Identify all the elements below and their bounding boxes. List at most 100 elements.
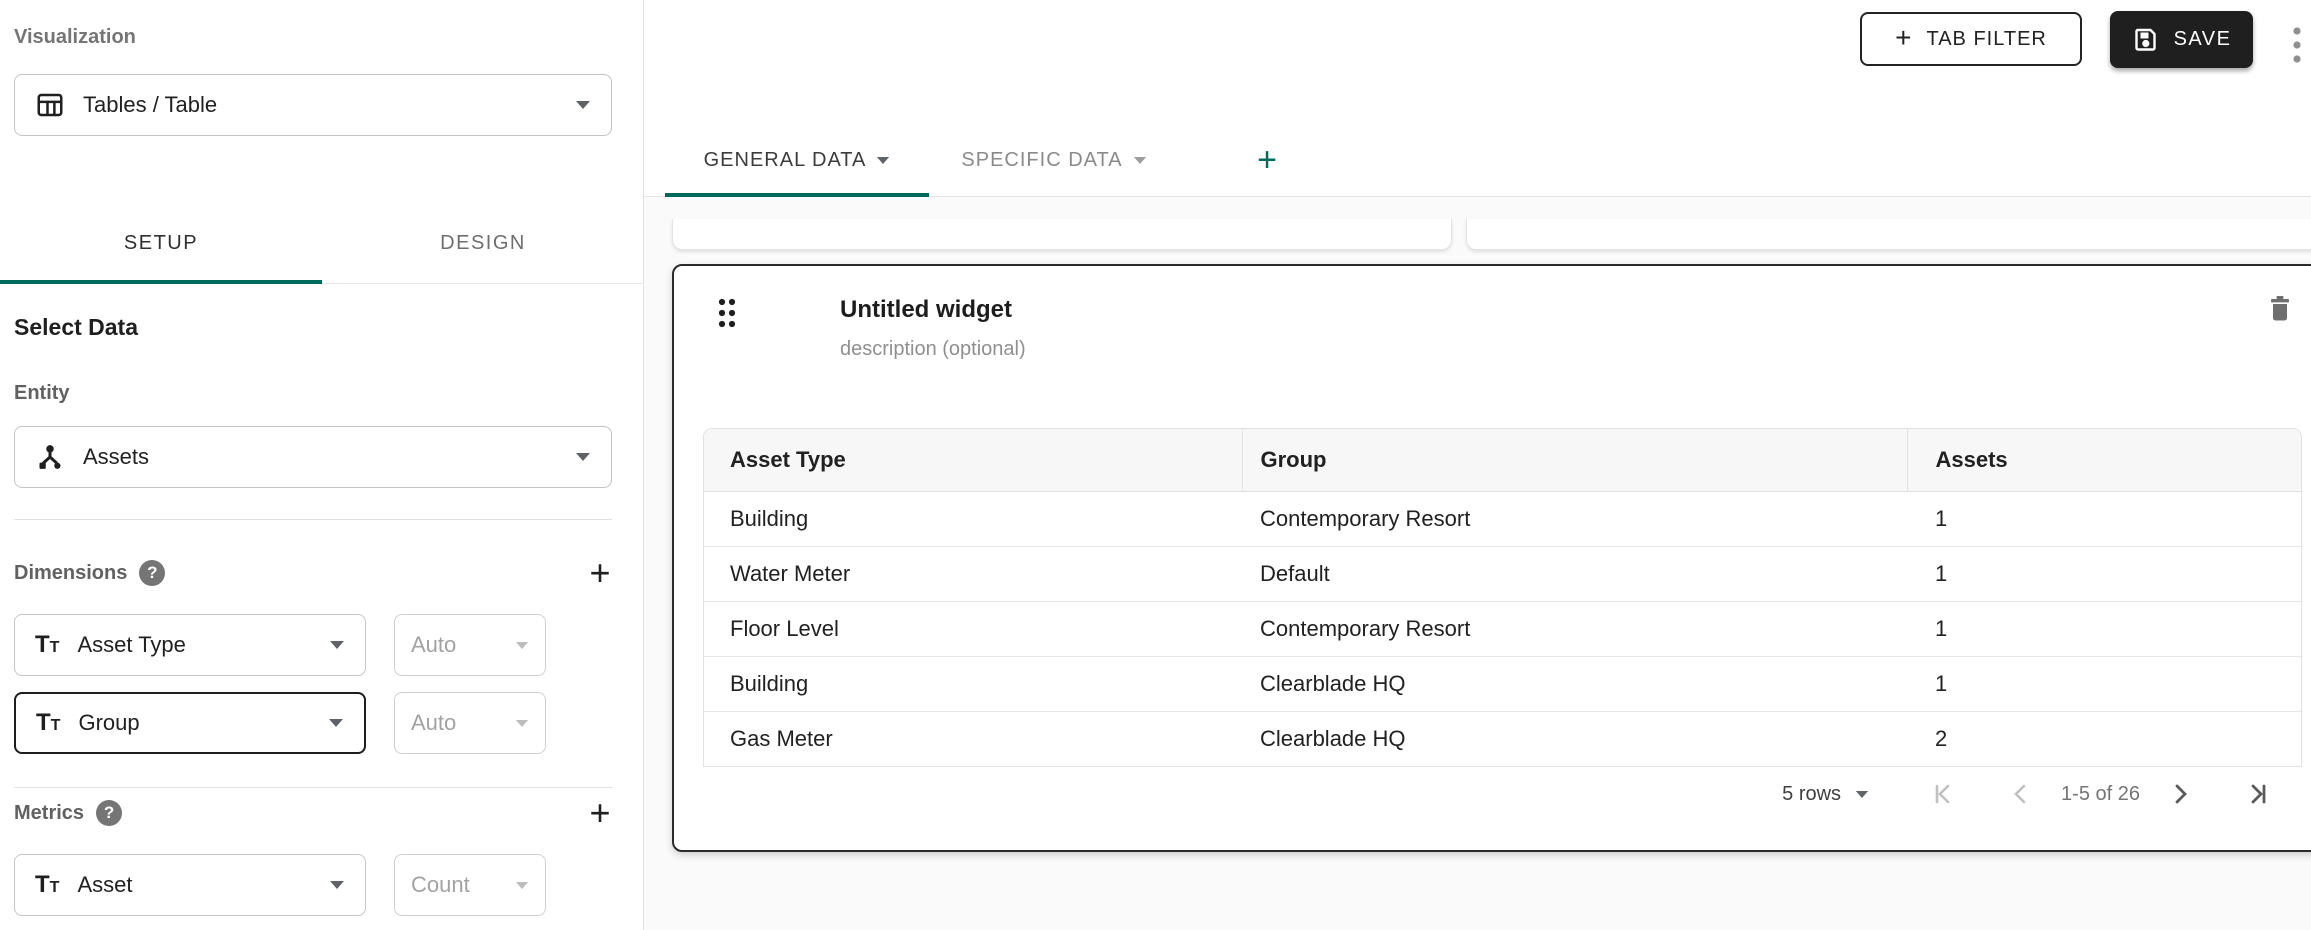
dimension-select-1[interactable]: TT Group <box>14 692 366 754</box>
help-icon[interactable]: ? <box>139 560 165 586</box>
dimension-mode-select-1[interactable]: Auto <box>394 692 546 754</box>
metric-mode-value: Count <box>411 872 470 898</box>
table-row: Floor Level Contemporary Resort 1 <box>704 602 2301 657</box>
first-page-button <box>1927 778 1959 810</box>
cell-asset-type: Gas Meter <box>704 712 1242 767</box>
cell-assets: 1 <box>1907 657 2301 712</box>
chevron-down-icon <box>329 880 345 890</box>
metrics-label: Metrics <box>14 802 84 825</box>
tab-filter-label: TAB FILTER <box>1926 28 2046 51</box>
visualization-select[interactable]: Tables / Table <box>14 74 612 136</box>
last-page-button[interactable] <box>2242 778 2274 810</box>
cell-asset-type: Floor Level <box>704 602 1242 657</box>
asset-hierarchy-icon <box>35 442 65 472</box>
tab-design[interactable]: DESIGN <box>322 204 644 283</box>
chevron-down-icon <box>575 100 591 110</box>
tab-specific-data-label: SPECIFIC DATA <box>961 149 1122 172</box>
active-tab-underline <box>665 193 929 197</box>
save-icon <box>2132 26 2160 54</box>
metric-select-0[interactable]: TT Asset <box>14 854 366 916</box>
table-row: Gas Meter Clearblade HQ 2 <box>704 712 2301 767</box>
chevron-down-icon <box>575 452 591 462</box>
dimensions-header: Dimensions ? <box>14 558 165 588</box>
chevron-down-icon <box>328 718 344 728</box>
cell-asset-type: Water Meter <box>704 547 1242 602</box>
collapsed-card-edge <box>672 219 1452 250</box>
visualization-label: Visualization <box>14 26 136 49</box>
page-range-label: 1-5 of 26 <box>2061 783 2140 806</box>
dimension-select-0[interactable]: TT Asset Type <box>14 614 366 676</box>
divider <box>14 787 612 788</box>
tab-general-data-label: GENERAL DATA <box>704 149 867 172</box>
widget-card: Untitled widget description (optional) A… <box>672 264 2311 852</box>
next-page-button[interactable] <box>2164 778 2196 810</box>
dimension-value: Group <box>78 710 139 736</box>
cell-assets: 1 <box>1907 492 2301 547</box>
rows-per-page-select[interactable]: 5 rows <box>1782 783 1869 806</box>
chevron-down-icon <box>1133 156 1147 165</box>
dimensions-label: Dimensions <box>14 562 127 585</box>
active-tab-underline <box>0 280 322 284</box>
more-options-button[interactable] <box>2283 17 2311 73</box>
save-label: SAVE <box>2174 28 2232 51</box>
delete-widget-button[interactable] <box>2258 286 2302 330</box>
column-header[interactable]: Assets <box>1907 429 2301 492</box>
dimension-mode-value: Auto <box>411 632 456 658</box>
widget-title[interactable]: Untitled widget <box>840 296 1012 324</box>
chevron-down-icon <box>515 719 529 728</box>
first-page-icon <box>1929 780 1957 808</box>
dashboard-builder: { "sidebar": { "visualization_label": "V… <box>0 0 2311 930</box>
table-row: Building Clearblade HQ 1 <box>704 657 2301 712</box>
metric-value: Asset <box>77 872 132 898</box>
visualization-value: Tables / Table <box>83 92 217 118</box>
entity-label: Entity <box>14 382 70 405</box>
add-metric-button[interactable]: + <box>578 791 622 835</box>
previous-page-button <box>2005 778 2037 810</box>
entity-value: Assets <box>83 444 149 470</box>
table-pagination: 5 rows 1-5 of 26 <box>703 766 2302 822</box>
config-sidebar: Visualization Tables / Table SETUP DESIG… <box>0 0 644 930</box>
select-data-title: Select Data <box>14 314 138 341</box>
drag-handle-icon[interactable] <box>714 296 740 330</box>
chevron-down-icon <box>515 881 529 890</box>
cell-group: Contemporary Resort <box>1242 602 1907 657</box>
metrics-header: Metrics ? <box>14 798 122 828</box>
cell-assets: 1 <box>1907 602 2301 657</box>
metric-mode-select-0[interactable]: Count <box>394 854 546 916</box>
add-tab-button[interactable]: + <box>1235 123 1299 197</box>
cell-group: Default <box>1242 547 1907 602</box>
chevron-down-icon <box>515 641 529 650</box>
widget-description-input[interactable]: description (optional) <box>840 338 1026 361</box>
tab-setup[interactable]: SETUP <box>0 204 322 283</box>
table-row: Building Contemporary Resort 1 <box>704 492 2301 547</box>
chevron-down-icon <box>876 156 890 165</box>
tab-specific-data[interactable]: SPECIFIC DATA <box>929 123 1179 197</box>
cell-asset-type: Building <box>704 657 1242 712</box>
table-chart-icon <box>35 90 65 120</box>
chevron-left-icon <box>2007 780 2035 808</box>
cell-assets: 1 <box>1907 547 2301 602</box>
help-icon[interactable]: ? <box>96 800 122 826</box>
collapsed-card-edge <box>1466 219 2311 250</box>
dimension-mode-value: Auto <box>411 710 456 736</box>
cell-assets: 2 <box>1907 712 2301 767</box>
text-type-icon: TT <box>36 709 60 737</box>
chevron-down-icon <box>1855 790 1869 799</box>
cell-group: Clearblade HQ <box>1242 712 1907 767</box>
plus-icon: + <box>1895 22 1912 54</box>
tab-general-data[interactable]: GENERAL DATA <box>665 123 929 197</box>
table-row: Water Meter Default 1 <box>704 547 2301 602</box>
divider <box>14 519 612 520</box>
entity-select[interactable]: Assets <box>14 426 612 488</box>
trash-icon <box>2267 293 2293 323</box>
add-dimension-button[interactable]: + <box>578 551 622 595</box>
add-tab-filter-button[interactable]: + TAB FILTER <box>1860 12 2082 66</box>
sidebar-tabs: SETUP DESIGN <box>0 204 644 284</box>
column-header[interactable]: Group <box>1242 429 1907 492</box>
column-header[interactable]: Asset Type <box>704 429 1242 492</box>
dimension-mode-select-0[interactable]: Auto <box>394 614 546 676</box>
kebab-icon <box>2292 25 2302 65</box>
save-button[interactable]: SAVE <box>2110 11 2253 68</box>
table-header-row: Asset Type Group Assets <box>704 429 2301 492</box>
dimension-value: Asset Type <box>77 632 185 658</box>
